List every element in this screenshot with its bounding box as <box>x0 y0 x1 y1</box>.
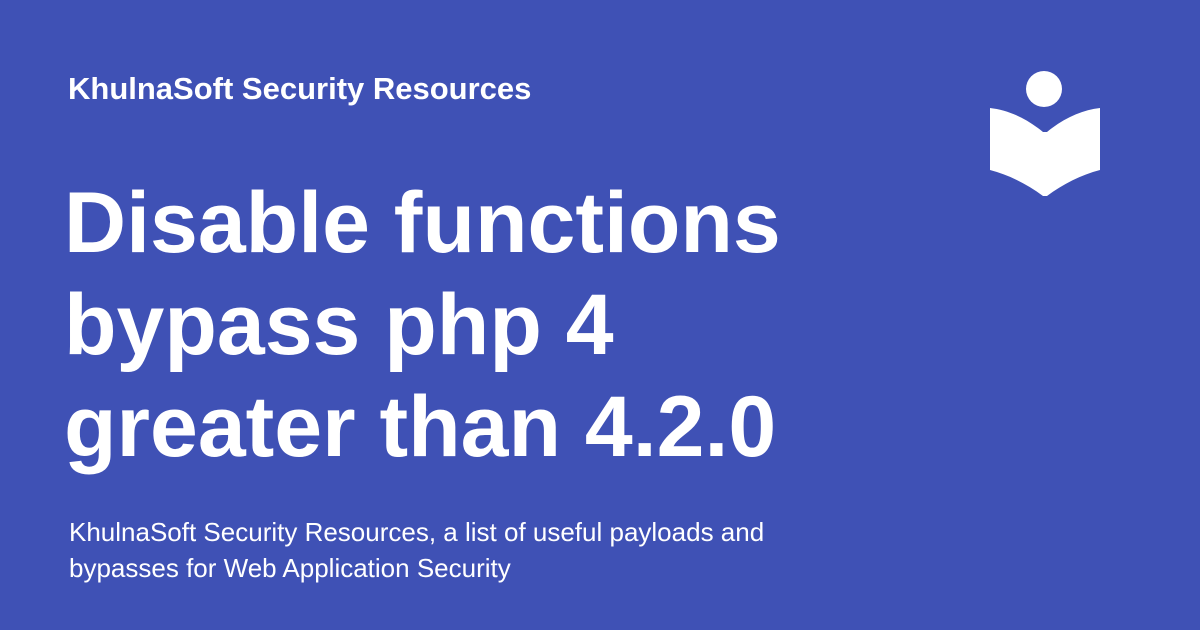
social-preview-card: KhulnaSoft Security Resources Disable fu… <box>0 0 1200 630</box>
page-description: KhulnaSoft Security Resources, a list of… <box>69 514 889 586</box>
description-line-2: bypasses for Web Application Security <box>69 553 511 583</box>
description-line-1: KhulnaSoft Security Resources, a list of… <box>69 517 765 547</box>
page-title: Disable functions bypass php 4 greater t… <box>64 172 884 478</box>
title-line-2: bypass php 4 <box>64 277 614 373</box>
book-reader-icon <box>985 70 1105 200</box>
site-name: KhulnaSoft Security Resources <box>68 71 532 106</box>
title-line-3: greater than 4.2.0 <box>64 379 777 475</box>
title-line-1: Disable functions <box>64 175 781 271</box>
